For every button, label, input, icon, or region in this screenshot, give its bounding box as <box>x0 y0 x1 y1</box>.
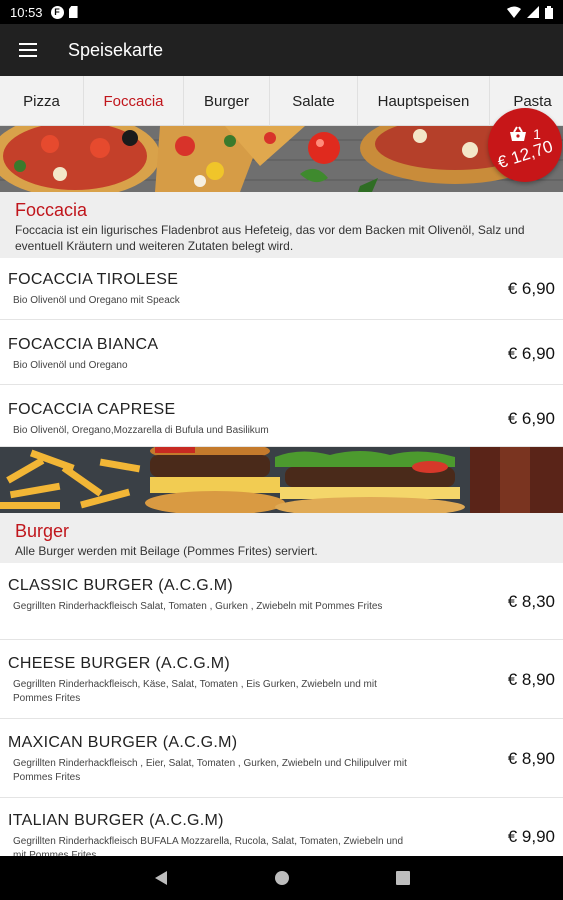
section-header-foccacia: Foccacia Foccacia ist ein ligurisches Fl… <box>0 192 563 258</box>
item-price: € 9,90 <box>507 827 555 846</box>
cart-count-row: 1 <box>509 126 541 142</box>
tab-hauptspeisen[interactable]: Hauptspeisen <box>358 76 490 126</box>
back-icon[interactable] <box>154 870 168 886</box>
item-name: FOCACCIA CAPRESE <box>8 401 176 418</box>
flipboard-notification-icon: F <box>50 5 64 19</box>
cart-button[interactable]: 1 € 12,70 <box>488 108 562 182</box>
burger-banner-image <box>0 447 563 513</box>
section-title: Foccacia <box>15 200 88 220</box>
shopping-basket-icon <box>510 125 527 141</box>
sd-card-icon <box>68 6 78 18</box>
item-price: € 8,90 <box>507 670 555 689</box>
section-description: Alle Burger werden mit Beilage (Pommes F… <box>15 544 318 558</box>
item-name: FOCACCIA TIROLESE <box>8 271 179 288</box>
tab-burger[interactable]: Burger <box>184 76 270 126</box>
item-name: CLASSIC BURGER (A.C.G.M) <box>8 577 234 594</box>
home-icon[interactable] <box>274 870 290 886</box>
tab-salate[interactable]: Salate <box>270 76 358 126</box>
status-icons <box>507 5 553 19</box>
section-title: Burger <box>15 521 70 541</box>
pizza-banner-image <box>0 126 563 192</box>
menu-item[interactable]: MAXICAN BURGER (A.C.G.M) Gegrillten Rind… <box>0 719 563 798</box>
pizza-illustration <box>0 126 563 192</box>
item-price: € 6,90 <box>507 344 555 363</box>
menu-button[interactable] <box>0 24 56 76</box>
status-time: 10:53 <box>10 4 43 20</box>
item-name: FOCACCIA BIANCA <box>8 336 159 353</box>
menu-item[interactable]: FOCACCIA TIROLESE Bio Olivenöl und Orega… <box>0 258 563 320</box>
item-name: ITALIAN BURGER (A.C.G.M) <box>8 812 224 829</box>
app-screen: 10:53 F Speisekarte Pizza Foccacia Burge… <box>0 0 563 900</box>
signal-icon <box>527 6 539 18</box>
item-description: Gegrillten Rinderhackfleisch Salat, Toma… <box>13 601 383 612</box>
battery-icon <box>545 5 553 19</box>
menu-item[interactable]: FOCACCIA BIANCA Bio Olivenöl und Oregano… <box>0 320 563 385</box>
item-price: € 8,30 <box>507 592 555 611</box>
menu-item[interactable]: CHEESE BURGER (A.C.G.M) Gegrillten Rinde… <box>0 640 563 719</box>
section-description: Foccacia ist ein ligurisches Fladenbrot … <box>15 223 525 253</box>
status-bar: 10:53 F <box>0 0 563 24</box>
wifi-icon <box>507 6 521 18</box>
menu-item[interactable]: FOCACCIA CAPRESE Bio Olivenöl, Oregano,M… <box>0 385 563 447</box>
recents-icon[interactable] <box>395 871 410 885</box>
item-description: Bio Olivenöl und Oregano <box>13 360 128 371</box>
tab-foccacia[interactable]: Foccacia <box>84 76 184 126</box>
category-tabs: Pizza Foccacia Burger Salate Hauptspeise… <box>0 76 563 126</box>
hamburger-menu-icon <box>19 43 37 57</box>
item-description: Bio Olivenöl und Oregano mit Speack <box>13 295 180 306</box>
item-description: Gegrillten Rinderhackfleisch, Käse, Sala… <box>13 679 377 704</box>
item-name: CHEESE BURGER (A.C.G.M) <box>8 655 231 672</box>
cart-total: € 12,70 <box>494 136 555 172</box>
burger-illustration <box>0 447 563 513</box>
item-price: € 6,90 <box>507 409 555 428</box>
tab-pizza[interactable]: Pizza <box>0 76 84 126</box>
item-price: € 6,90 <box>507 279 555 298</box>
item-description: Gegrillten Rinderhackfleisch , Eier, Sal… <box>13 758 407 783</box>
system-nav-bar <box>0 856 563 900</box>
item-description: Bio Olivenöl, Oregano,Mozzarella di Bufu… <box>13 425 269 436</box>
menu-item[interactable]: CLASSIC BURGER (A.C.G.M) Gegrillten Rind… <box>0 563 563 640</box>
section-header-burger: Burger Alle Burger werden mit Beilage (P… <box>0 513 563 563</box>
page-title: Speisekarte <box>68 39 164 60</box>
item-name: MAXICAN BURGER (A.C.G.M) <box>8 734 238 751</box>
app-toolbar: Speisekarte <box>0 24 563 76</box>
item-price: € 8,90 <box>507 749 555 768</box>
